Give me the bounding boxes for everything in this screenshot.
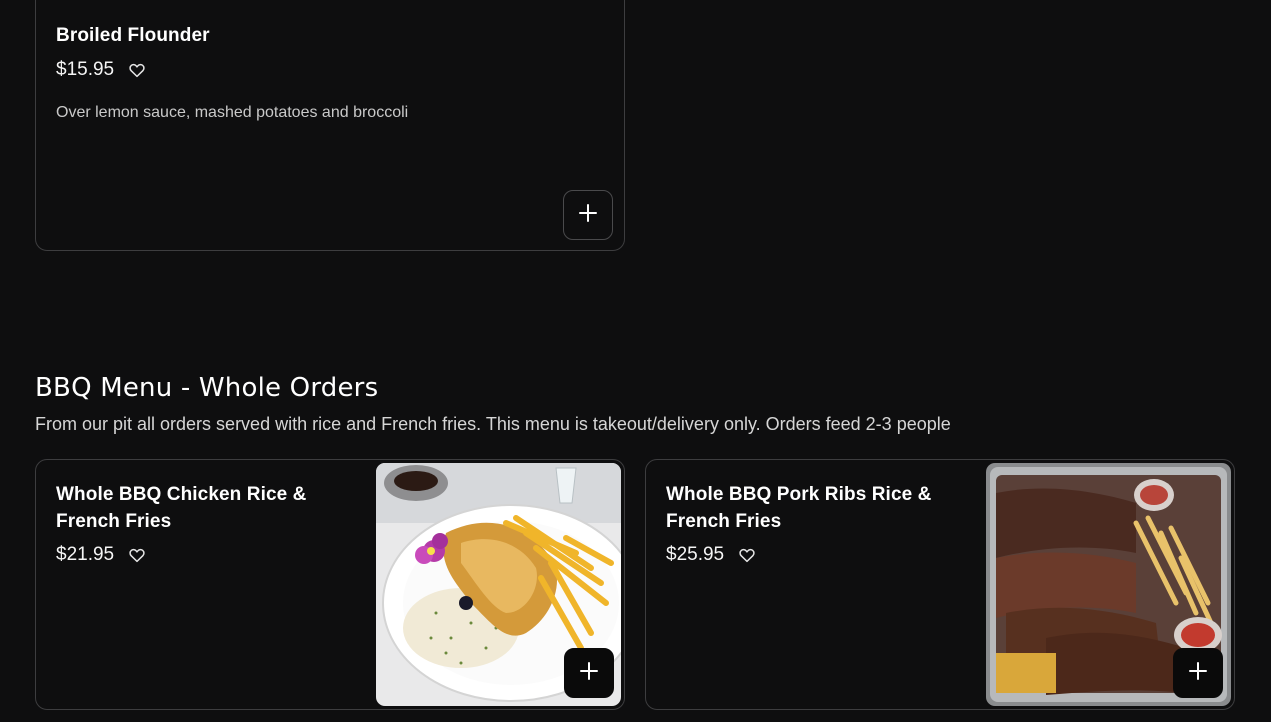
add-to-cart-button[interactable] bbox=[563, 190, 613, 240]
section-heading: BBQ Menu - Whole Orders bbox=[35, 373, 379, 403]
price-row: $21.95 bbox=[56, 542, 146, 568]
add-to-cart-button[interactable] bbox=[564, 648, 614, 698]
add-to-cart-button[interactable] bbox=[1173, 648, 1223, 698]
item-description: Over lemon sauce, mashed potatoes and br… bbox=[56, 104, 409, 121]
item-price: $21.95 bbox=[56, 544, 115, 565]
heart-icon[interactable] bbox=[128, 61, 146, 79]
price-row: $25.95 bbox=[666, 542, 756, 568]
item-price: $15.95 bbox=[56, 59, 115, 80]
section-description: From our pit all orders served with rice… bbox=[35, 414, 951, 434]
item-price: $25.95 bbox=[666, 544, 725, 565]
plus-icon bbox=[578, 203, 598, 228]
item-title: Whole BBQ Pork Ribs Rice & French Fries bbox=[666, 484, 932, 532]
menu-item-card-bbq-pork-ribs[interactable]: Whole BBQ Pork Ribs Rice & French Fries … bbox=[645, 459, 1235, 710]
heart-icon[interactable] bbox=[738, 546, 756, 564]
menu-item-card-bbq-chicken[interactable]: Whole BBQ Chicken Rice & French Fries $2… bbox=[35, 459, 625, 710]
item-title: Whole BBQ Chicken Rice & French Fries bbox=[56, 484, 307, 532]
heart-icon[interactable] bbox=[128, 546, 146, 564]
plus-icon bbox=[579, 661, 599, 686]
menu-item-card-broiled-flounder[interactable]: Broiled Flounder $15.95 Over lemon sauce… bbox=[35, 0, 625, 251]
plus-icon bbox=[1188, 661, 1208, 686]
price-row: $15.95 bbox=[56, 57, 146, 83]
item-title: Broiled Flounder bbox=[56, 25, 210, 46]
menu-page: Broiled Flounder $15.95 Over lemon sauce… bbox=[0, 0, 1271, 722]
